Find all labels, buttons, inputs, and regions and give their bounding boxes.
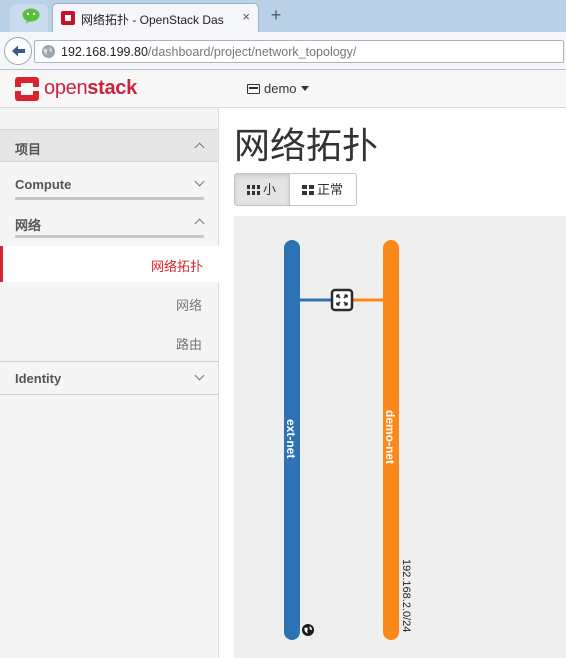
address-bar[interactable]: 192.168.199.80/dashboard/project/network…: [34, 40, 564, 63]
openstack-logo-text[interactable]: openstack: [44, 77, 137, 100]
sidebar-compute-label: Compute: [15, 177, 72, 192]
divider: [15, 197, 204, 200]
browser-tab-title: 网络拓扑 - OpenStack Das: [81, 13, 224, 27]
chevron-down-icon: [194, 370, 205, 381]
sidebar: 项目 Compute 网络 网络拓扑 网络 路由 Identity: [0, 108, 219, 658]
url-text: 192.168.199.80/dashboard/project/network…: [61, 45, 356, 59]
logo-suffix: stack: [87, 77, 137, 99]
new-tab-button[interactable]: +: [264, 4, 288, 26]
logo-prefix: open: [44, 77, 88, 99]
openstack-header: openstack demo: [0, 70, 566, 108]
sidebar-panel-project[interactable]: 项目: [0, 129, 218, 162]
project-switcher[interactable]: demo: [247, 81, 309, 96]
wechat-icon: [22, 8, 40, 24]
project-name: demo: [264, 81, 297, 96]
sidebar-item-routers[interactable]: 路由: [176, 334, 202, 353]
divider: [0, 394, 219, 395]
sidebar-item-network-topology[interactable]: 网络拓扑: [0, 246, 219, 282]
small-view-button[interactable]: 小: [234, 173, 290, 206]
project-icon: [247, 84, 260, 94]
sidebar-project-label: 项目: [15, 142, 42, 157]
url-path: /dashboard/project/network_topology/: [147, 45, 357, 59]
topology-svg: ext-net demo-net 192.168.2.0/24: [284, 240, 412, 640]
browser-tabstrip: 网络拓扑 - OpenStack Das × +: [0, 0, 566, 32]
normal-view-label: 正常: [317, 182, 344, 197]
caret-down-icon: [300, 86, 309, 91]
sidebar-item-networks[interactable]: 网络: [176, 295, 202, 314]
url-host: 192.168.199.80: [61, 45, 148, 59]
normal-view-button[interactable]: 正常: [289, 173, 357, 206]
browser-tab-active[interactable]: 网络拓扑 - OpenStack Das ×: [52, 3, 259, 32]
sidebar-item-label: 网络拓扑: [150, 259, 203, 274]
divider: [15, 235, 204, 238]
tab-close-icon[interactable]: ×: [242, 9, 250, 24]
globe-icon: [41, 44, 56, 59]
network-name: ext-net: [284, 419, 298, 458]
openstack-logo-icon[interactable]: [14, 76, 40, 102]
globe-icon: [302, 624, 314, 636]
small-view-label: 小: [263, 182, 277, 197]
chevron-down-icon: [194, 176, 205, 187]
sidebar-identity-label: Identity: [15, 371, 62, 386]
sidebar-network-label: 网络: [15, 218, 42, 233]
grid-small-icon: [247, 185, 260, 195]
page-title: 网络拓扑: [234, 125, 379, 166]
chevron-up-icon: [194, 218, 205, 229]
sidebar-panel-identity[interactable]: Identity: [0, 362, 218, 395]
browser-toolbar: 192.168.199.80/dashboard/project/network…: [0, 32, 566, 70]
chevron-up-icon: [194, 142, 205, 153]
grid-large-icon: [302, 185, 314, 195]
router-icon[interactable]: [330, 288, 354, 312]
network-ext-net[interactable]: ext-net: [284, 240, 300, 640]
subnet-cidr-label: 192.168.2.0/24: [400, 559, 412, 632]
topology-canvas[interactable]: ext-net demo-net 192.168.2.0/24: [234, 216, 566, 658]
openstack-favicon-icon: [61, 11, 75, 25]
back-arrow-icon: [12, 45, 25, 57]
network-name: demo-net: [383, 410, 397, 464]
network-demo-net[interactable]: demo-net: [383, 240, 399, 640]
back-button[interactable]: [4, 37, 32, 65]
